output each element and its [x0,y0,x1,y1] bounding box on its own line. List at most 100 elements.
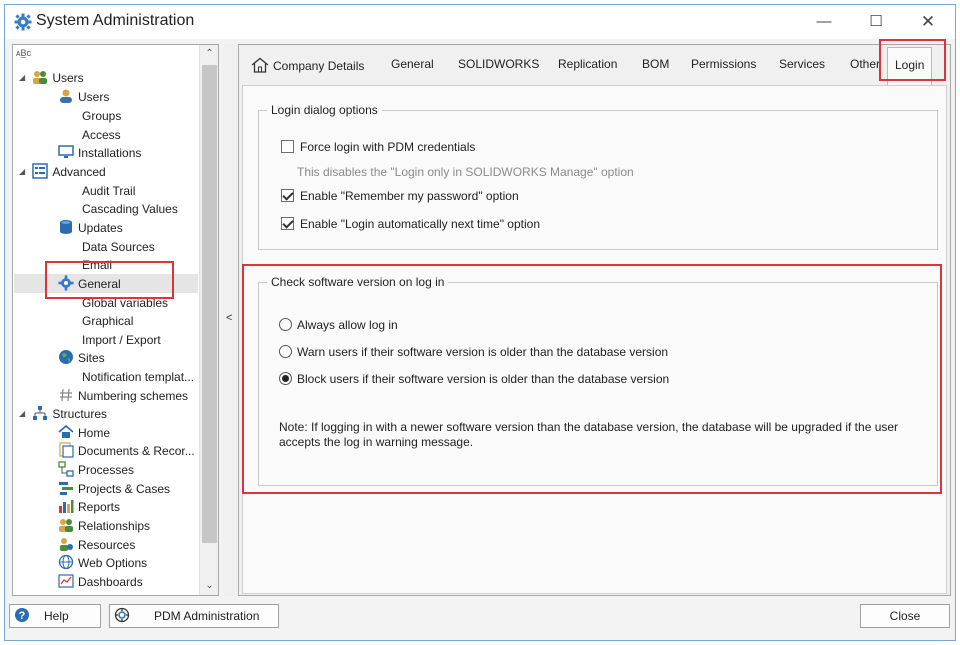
tree-node-web-options[interactable]: Web Options [58,554,147,572]
tree-label: Relationships [78,519,151,533]
tree-node-numbering-schemes[interactable]: Numbering schemes [58,387,188,405]
tab-company-details[interactable]: Company Details [251,57,364,73]
tree-node-sites[interactable]: Sites [58,349,105,367]
tree-node-access[interactable]: Access [82,126,121,144]
tree-node-cascading-values[interactable]: Cascading Values [82,200,178,218]
tree-label: Documents & Recor... [78,444,195,458]
tree-label: Notification templat... [82,370,195,384]
tree-node-groups[interactable]: Groups [82,107,121,125]
tab-general[interactable]: General [391,57,434,71]
tree-node-advanced[interactable]: ◢ Advanced [19,163,106,181]
tree-label: Import / Export [82,333,161,347]
highlight-general-node [45,261,174,299]
tree-label: Users [78,90,110,104]
tree-node-reports[interactable]: Reports [58,498,120,516]
maximize-button[interactable]: ☐ [851,5,901,39]
checkbox-box[interactable] [281,189,294,202]
tree-node-installations[interactable]: Installations [58,144,141,162]
tree-node-relationships[interactable]: Relationships [58,517,150,535]
tree-scrollbar[interactable]: ⌃ ⌄ [199,45,218,595]
tree-node-notification-templates[interactable]: Notification templat... [82,368,194,386]
scroll-down-arrow-icon[interactable]: ⌄ [200,577,218,595]
relationships-icon [59,519,73,532]
hierarchy-icon [33,406,48,420]
collapse-arrow-icon[interactable]: ◢ [19,405,29,423]
help-label: Help [44,609,69,623]
tab-other[interactable]: Other [850,57,880,71]
home-icon [251,57,269,73]
tree-node-documents-records[interactable]: Documents & Recor... [58,442,195,460]
tree-node-graphical[interactable]: Graphical [82,312,133,330]
home-icon [58,424,74,438]
remember-password-checkbox[interactable]: Enable "Remember my password" option [281,189,519,203]
highlight-login-tab [879,39,946,81]
tree-label: Advanced [52,165,106,179]
tree-label: Numbering schemes [78,389,189,403]
monitor-icon [58,145,74,158]
tree-node-data-sources[interactable]: Data Sources [82,238,155,256]
tree-node-resources[interactable]: Resources [58,536,135,554]
collapse-arrow-icon[interactable]: ◢ [19,69,29,87]
tree-node-updates[interactable]: Updates [58,219,123,237]
svg-text:?: ? [19,610,26,622]
checkbox-box[interactable] [281,140,294,153]
title-bar: System Administration — ☐ ✕ [5,5,955,39]
scroll-up-arrow-icon[interactable]: ⌃ [200,45,218,63]
users-group-icon [33,71,48,84]
user-icon [60,89,72,103]
system-administration-window: System Administration — ☐ ✕ ᴀB̲c ◢ Users… [4,4,956,641]
tree-node-home[interactable]: Home [58,424,110,442]
close-button[interactable]: Close [860,604,950,628]
tree-node-processes[interactable]: Processes [58,461,134,479]
tree-label: Resources [78,538,136,552]
checkbox-label: Enable "Login automatically next time" o… [300,217,540,231]
globe-icon [59,350,73,364]
help-button[interactable]: ? Help [9,604,101,628]
tab-permissions[interactable]: Permissions [691,57,756,71]
checkbox-box[interactable] [281,217,294,230]
login-dialog-options-group: Login dialog options Force login with PD… [258,103,938,250]
window-title: System Administration [36,12,195,29]
projects-icon [59,482,73,495]
tab-solidworks[interactable]: SOLIDWORKS [458,57,539,71]
collapse-arrow-icon[interactable]: ◢ [19,163,29,181]
tab-bom[interactable]: BOM [642,57,669,71]
tree-node-users[interactable]: Users [58,88,109,106]
tree-node-audit-trail[interactable]: Audit Trail [82,182,135,200]
close-window-button[interactable]: ✕ [903,5,953,39]
tree-node-dashboards[interactable]: Dashboards [58,573,143,591]
panel-splitter[interactable]: < [223,44,237,596]
tree-label: Data Sources [82,240,155,254]
tab-replication[interactable]: Replication [558,57,617,71]
checkbox-label: Enable "Remember my password" option [300,189,519,203]
reports-icon [59,500,74,513]
minimize-button[interactable]: — [799,5,849,39]
tree-node-import-export[interactable]: Import / Export [82,331,161,349]
navigation-tree: ᴀB̲c ◢ Users Users Groups Access Install… [12,44,219,596]
database-icon [60,220,72,234]
tree-node-projects-cases[interactable]: Projects & Cases [58,480,170,498]
tree-label: Projects & Cases [78,482,171,496]
tree-label: Web Options [78,556,148,570]
tree-label: Audit Trail [82,184,136,198]
force-login-checkbox[interactable]: Force login with PDM credentials [281,140,475,154]
tree-label: Processes [78,463,135,477]
force-login-hint: This disables the "Login only in SOLIDWO… [297,165,634,179]
tab-label: Company Details [273,59,365,73]
help-icon: ? [15,608,29,622]
auto-login-checkbox[interactable]: Enable "Login automatically next time" o… [281,217,540,231]
group-title: Login dialog options [267,103,382,117]
tree-label: Dashboards [78,575,143,589]
collapse-panel-arrow-icon[interactable]: < [226,312,232,324]
resources-icon [60,538,73,551]
pdm-admin-label: PDM Administration [154,609,260,623]
tree-label: Installations [78,146,142,160]
tree-label: Graphical [82,314,134,328]
tab-services[interactable]: Services [779,57,825,71]
tree-filter-toggle[interactable]: ᴀB̲c [16,48,31,58]
tree-node-structures[interactable]: ◢ Structures [19,405,107,423]
tree-node-users-group[interactable]: ◢ Users [19,69,84,87]
scroll-thumb[interactable] [202,65,217,543]
pdm-administration-button[interactable]: PDM Administration [109,604,279,628]
tree-label: Structures [52,407,108,421]
